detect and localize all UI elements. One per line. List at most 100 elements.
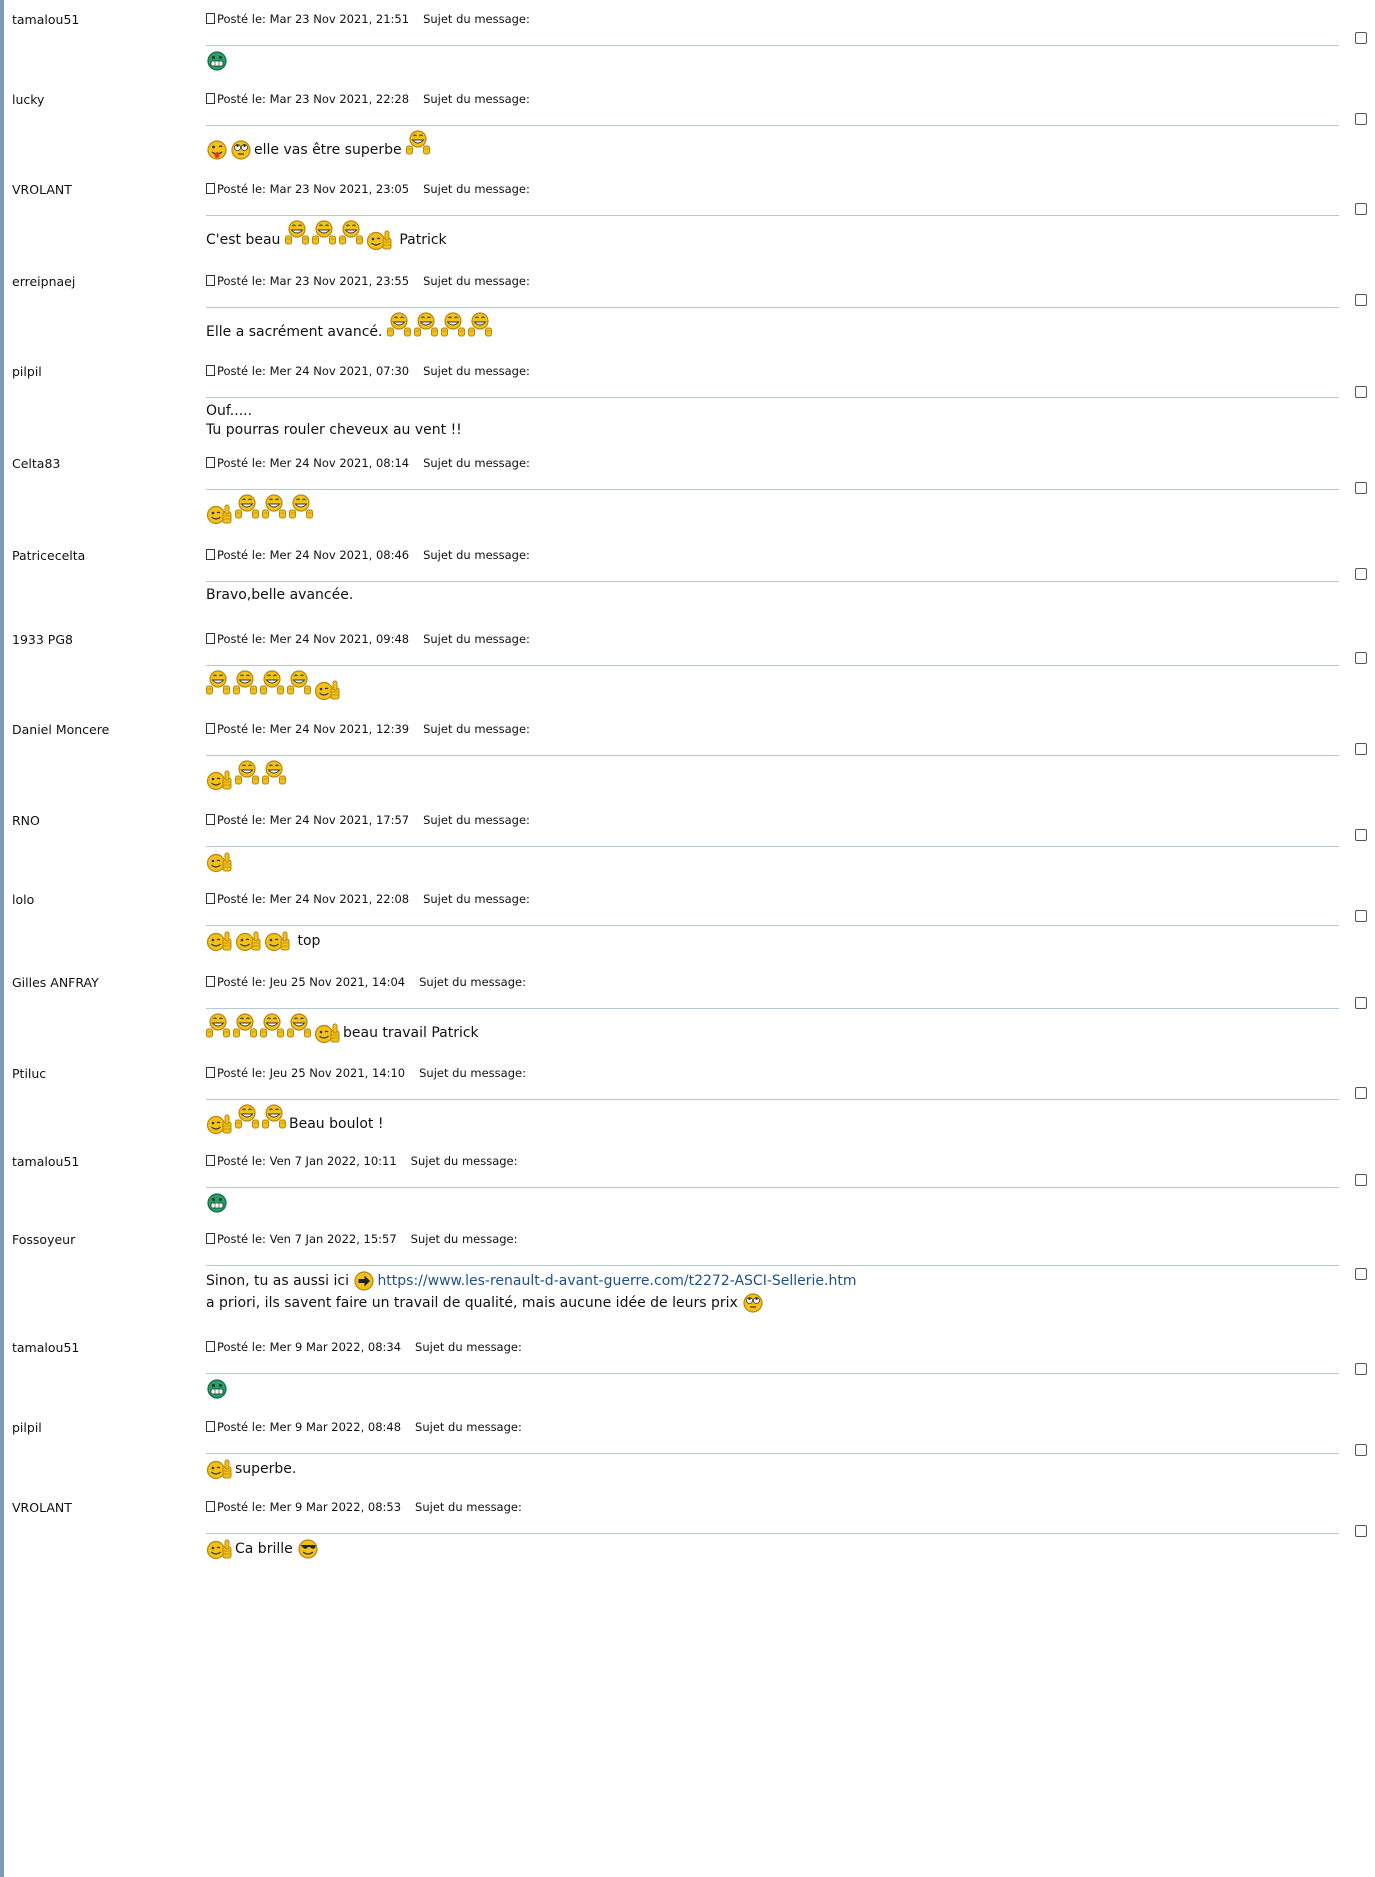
post-author[interactable]: tamalou51	[12, 1154, 79, 1169]
post-icon[interactable]	[206, 814, 215, 825]
post-select-checkbox[interactable]	[1355, 829, 1367, 841]
post-author[interactable]: Patricecelta	[12, 548, 85, 563]
post-select-checkbox[interactable]	[1355, 997, 1367, 1009]
applause-smiley-icon	[262, 760, 286, 786]
post-date: Mer 9 Mar 2022, 08:48	[269, 1420, 402, 1434]
post-author[interactable]: RNO	[12, 813, 40, 828]
thumbs-up-smiley-icon	[314, 679, 341, 701]
post-body: Bravo,belle avancée.	[206, 586, 353, 605]
post-icon[interactable]	[206, 1341, 215, 1352]
post-icon[interactable]	[206, 457, 215, 468]
post-select-checkbox[interactable]	[1355, 386, 1367, 398]
subject-label: Sujet du message:	[423, 12, 530, 26]
post-icon[interactable]	[206, 1421, 215, 1432]
post-icon[interactable]	[206, 723, 215, 734]
post-author[interactable]: tamalou51	[12, 12, 79, 27]
posted-label: Posté le:	[217, 364, 266, 378]
post-separator	[206, 846, 1339, 847]
post-header: Posté le: Mer 24 Nov 2021, 08:46 Sujet du…	[206, 548, 530, 562]
post-icon[interactable]	[206, 1501, 215, 1512]
post-date: Mer 24 Nov 2021, 08:14	[269, 456, 410, 470]
post-date: Mar 23 Nov 2021, 23:55	[269, 274, 410, 288]
post-select-checkbox[interactable]	[1355, 482, 1367, 494]
post-select-checkbox[interactable]	[1355, 113, 1367, 125]
post-icon[interactable]	[206, 183, 215, 194]
post-separator	[206, 665, 1339, 666]
post-select-checkbox[interactable]	[1355, 568, 1367, 580]
thumbs-up-smiley-icon	[235, 930, 262, 952]
post-select-checkbox[interactable]	[1355, 1444, 1367, 1456]
post-select-checkbox[interactable]	[1355, 743, 1367, 755]
posted-label: Posté le:	[217, 722, 266, 736]
post-separator	[206, 125, 1339, 126]
grin-green-smiley-icon	[206, 50, 228, 72]
post-date: Mer 24 Nov 2021, 22:08	[269, 892, 410, 906]
post-select-checkbox[interactable]	[1355, 910, 1367, 922]
subject-label: Sujet du message:	[419, 1066, 526, 1080]
post-body	[206, 1192, 230, 1214]
cool-smiley-icon	[297, 1538, 319, 1560]
post-body-line: elle vas être superbe	[206, 130, 433, 161]
subject-label: Sujet du message:	[423, 892, 530, 906]
post-icon[interactable]	[206, 1067, 215, 1078]
post-icon[interactable]	[206, 549, 215, 560]
post-icon[interactable]	[206, 1155, 215, 1166]
post-icon[interactable]	[206, 633, 215, 644]
post-author[interactable]: Daniel Moncere	[12, 722, 109, 737]
post-author[interactable]: erreipnaej	[12, 274, 75, 289]
subject-label: Sujet du message:	[410, 1154, 518, 1168]
post-separator	[206, 45, 1339, 46]
post-icon[interactable]	[206, 365, 215, 376]
post-text: Bravo,belle avancée.	[206, 587, 354, 603]
post-date: Mer 24 Nov 2021, 08:46	[269, 548, 410, 562]
post-icon[interactable]	[206, 13, 215, 24]
subject-label: Sujet du message:	[423, 182, 530, 196]
post-header: Posté le: Jeu 25 Nov 2021, 14:10 Sujet du…	[206, 1066, 526, 1080]
posted-label: Posté le:	[217, 1420, 266, 1434]
post-icon[interactable]	[206, 93, 215, 104]
post-select-checkbox[interactable]	[1355, 32, 1367, 44]
subject-label: Sujet du message:	[415, 1420, 522, 1434]
applause-smiley-icon	[233, 670, 257, 696]
post-text: Beau boulot !	[289, 1116, 384, 1132]
post-icon[interactable]	[206, 1233, 215, 1244]
post-author[interactable]: lucky	[12, 92, 44, 107]
subject-label: Sujet du message:	[415, 1340, 522, 1354]
post-author[interactable]: Ptiluc	[12, 1066, 46, 1081]
post-author[interactable]: pilpil	[12, 1420, 42, 1435]
post-author[interactable]: Fossoyeur	[12, 1232, 75, 1247]
post-select-checkbox[interactable]	[1355, 1174, 1367, 1186]
post-author[interactable]: tamalou51	[12, 1340, 79, 1355]
post-select-checkbox[interactable]	[1355, 1268, 1367, 1280]
post-separator	[206, 489, 1339, 490]
post-body: Ca brille	[206, 1538, 321, 1560]
post-author[interactable]: VROLANT	[12, 182, 72, 197]
post-link[interactable]: https://www.les-renault-d-avant-guerre.c…	[377, 1273, 856, 1289]
post-author[interactable]: lolo	[12, 892, 34, 907]
post-author[interactable]: Gilles ANFRAY	[12, 975, 99, 990]
applause-smiley-icon	[260, 670, 284, 696]
post-icon[interactable]	[206, 275, 215, 286]
post-header: Posté le: Mer 24 Nov 2021, 17:57 Sujet du…	[206, 813, 530, 827]
post-select-checkbox[interactable]	[1355, 652, 1367, 664]
post-select-checkbox[interactable]	[1355, 1363, 1367, 1375]
post-body	[206, 760, 289, 791]
post-icon[interactable]	[206, 976, 215, 987]
post-body-line	[206, 50, 230, 72]
post-author[interactable]: Celta83	[12, 456, 60, 471]
post-date: Mer 24 Nov 2021, 09:48	[269, 632, 410, 646]
post-body-line: Beau boulot !	[206, 1104, 383, 1135]
post-body: elle vas être superbe	[206, 130, 433, 161]
post-select-checkbox[interactable]	[1355, 203, 1367, 215]
post-select-checkbox[interactable]	[1355, 294, 1367, 306]
post-author[interactable]: pilpil	[12, 364, 42, 379]
post-icon[interactable]	[206, 893, 215, 904]
applause-smiley-icon	[338, 220, 363, 246]
post-select-checkbox[interactable]	[1355, 1087, 1367, 1099]
post-author[interactable]: VROLANT	[12, 1500, 72, 1515]
subject-label: Sujet du message:	[423, 364, 530, 378]
post-author[interactable]: 1933 PG8	[12, 632, 73, 647]
applause-smiley-icon	[206, 670, 230, 696]
post-select-checkbox[interactable]	[1355, 1525, 1367, 1537]
applause-smiley-icon	[287, 1013, 311, 1039]
